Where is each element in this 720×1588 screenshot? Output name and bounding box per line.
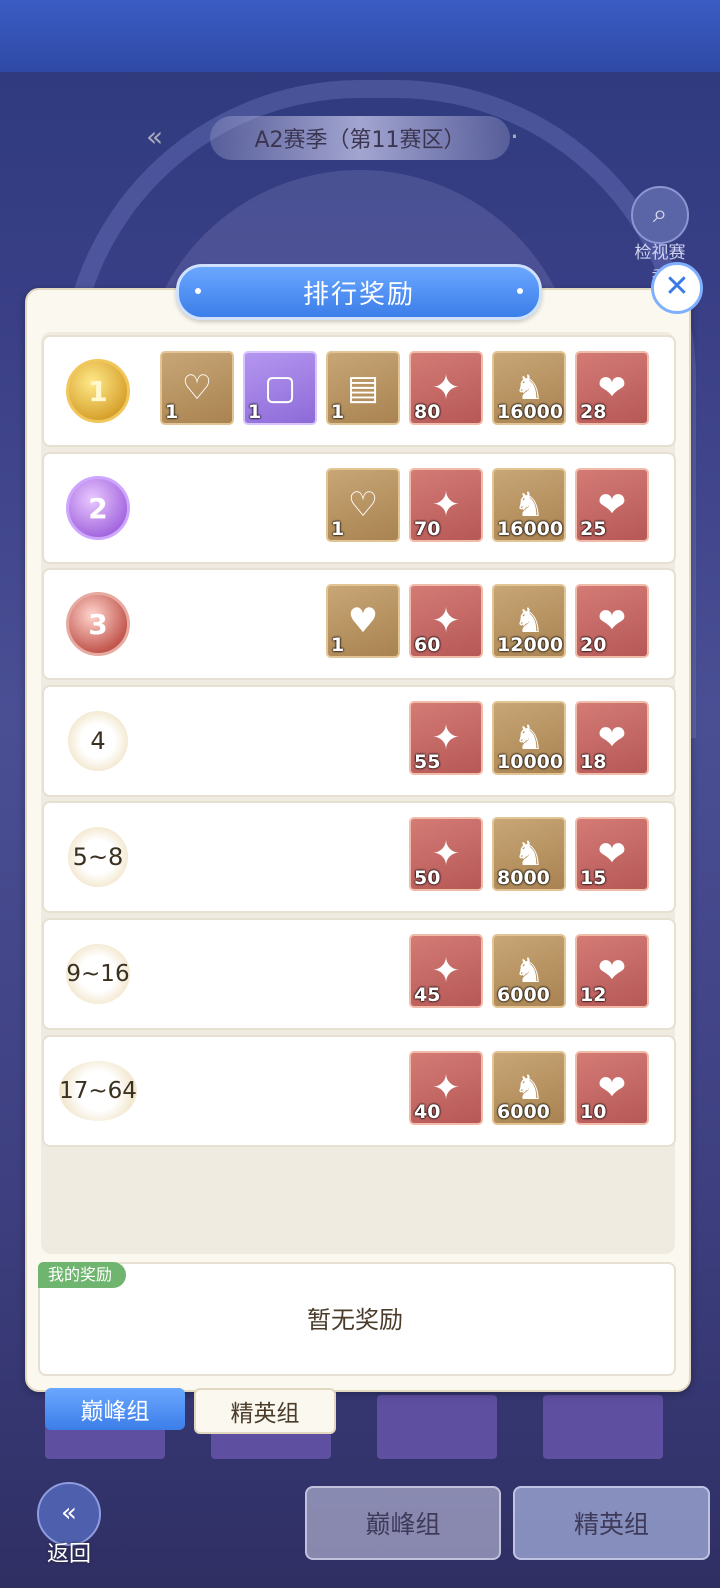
item-quantity: 6000 (497, 1101, 550, 1123)
reward-item[interactable]: ♞ 8000 (492, 817, 566, 891)
item-quantity: 15 (580, 867, 607, 889)
item-quantity: 70 (414, 518, 441, 540)
reward-row: 4 ✦ 55 ♞ 10000 ❤ 18 (42, 685, 676, 797)
reward-item[interactable]: ♥ 1 (326, 584, 400, 658)
reward-item[interactable]: ✦ 70 (409, 468, 483, 542)
item-quantity: 18 (580, 751, 607, 773)
reward-item[interactable]: ♞ 12000 (492, 584, 566, 658)
rank-label: 17~64 (59, 1061, 137, 1121)
reward-item[interactable]: ✦ 45 (409, 934, 483, 1008)
search-icon: ⌕ (631, 186, 689, 244)
panel-title-text: 排行奖励 (302, 279, 415, 310)
item-quantity: 60 (414, 634, 441, 656)
item-quantity: 20 (580, 634, 607, 656)
reward-item[interactable]: ▤ 1 (326, 351, 400, 425)
rank-badge: 3 (66, 592, 130, 656)
rank-label: 1 (66, 359, 130, 423)
reward-item[interactable]: ♞ 6000 (492, 934, 566, 1008)
background-card (377, 1395, 497, 1459)
item-quantity: 6000 (497, 984, 550, 1006)
item-quantity: 25 (580, 518, 607, 540)
item-quantity: 10000 (497, 751, 564, 773)
item-quantity: 12 (580, 984, 607, 1006)
reward-item[interactable]: ✦ 50 (409, 817, 483, 891)
rank-badge: 17~64 (59, 1059, 137, 1123)
reward-item[interactable]: ♞ 6000 (492, 1051, 566, 1125)
reward-item[interactable]: ▢ 1 (243, 351, 317, 425)
reward-row: 2 ♡ 1 ✦ 70 ♞ 16000 ❤ 25 (42, 452, 676, 564)
tab-peak-group[interactable]: 巅峰组 (45, 1388, 185, 1430)
prev-season-arrow-icon[interactable]: « (146, 120, 163, 153)
reward-item[interactable]: ♞ 16000 (492, 468, 566, 542)
rank-badge: 2 (66, 476, 130, 540)
reward-item[interactable]: ✦ 40 (409, 1051, 483, 1125)
reward-row: 1 ♡ 1 ▢ 1 ▤ 1 ✦ 80 ♞ 16000 ❤ 28 (42, 335, 676, 447)
title-decoration (195, 288, 201, 294)
rank-label: 2 (66, 476, 130, 540)
reward-item[interactable]: ❤ 15 (575, 817, 649, 891)
item-quantity: 1 (165, 401, 179, 423)
reward-row: 17~64 ✦ 40 ♞ 6000 ❤ 10 (42, 1035, 676, 1147)
peak-group-button[interactable]: 巅峰组 (305, 1486, 501, 1560)
item-quantity: 50 (414, 867, 441, 889)
elite-group-button[interactable]: 精英组 (513, 1486, 710, 1560)
rank-label: 3 (66, 592, 130, 656)
item-quantity: 28 (580, 401, 607, 423)
item-quantity: 1 (331, 401, 345, 423)
reward-item[interactable]: ❤ 10 (575, 1051, 649, 1125)
reward-item[interactable]: ✦ 60 (409, 584, 483, 658)
item-quantity: 8000 (497, 867, 550, 889)
reward-item[interactable]: ❤ 25 (575, 468, 649, 542)
background-card (543, 1395, 663, 1459)
item-quantity: 1 (331, 518, 345, 540)
rank-badge: 9~16 (66, 942, 130, 1006)
reward-row: 3 ♥ 1 ✦ 60 ♞ 12000 ❤ 20 (42, 568, 676, 680)
top-bar (0, 0, 720, 72)
close-icon[interactable]: ✕ (651, 262, 703, 314)
reward-item[interactable]: ❤ 20 (575, 584, 649, 658)
reward-row: 9~16 ✦ 45 ♞ 6000 ❤ 12 (42, 918, 676, 1030)
rank-badge: 1 (66, 359, 130, 423)
next-season-arrow-icon: · (510, 120, 519, 153)
reward-item[interactable]: ❤ 18 (575, 701, 649, 775)
reward-item[interactable]: ✦ 80 (409, 351, 483, 425)
tab-elite-group[interactable]: 精英组 (194, 1388, 336, 1434)
reward-item[interactable]: ♞ 10000 (492, 701, 566, 775)
item-quantity: 12000 (497, 634, 564, 656)
item-quantity: 16000 (497, 401, 564, 423)
item-quantity: 1 (331, 634, 345, 656)
my-reward-text: 暂无奖励 (307, 1306, 403, 1334)
rank-label: 5~8 (68, 827, 128, 887)
rank-label: 9~16 (66, 944, 130, 1004)
item-quantity: 80 (414, 401, 441, 423)
back-label: 返回 (46, 1542, 91, 1567)
item-quantity: 1 (248, 401, 262, 423)
panel-title: 排行奖励 (176, 264, 542, 320)
my-reward-tag: 我的奖励 (38, 1262, 127, 1288)
reward-row: 5~8 ✦ 50 ♞ 8000 ❤ 15 (42, 801, 676, 913)
item-quantity: 55 (414, 751, 441, 773)
reward-item[interactable]: ♡ 1 (326, 468, 400, 542)
title-decoration (517, 288, 523, 294)
item-quantity: 45 (414, 984, 441, 1006)
reward-item[interactable]: ✦ 55 (409, 701, 483, 775)
item-quantity: 16000 (497, 518, 564, 540)
rank-badge: 4 (66, 709, 130, 773)
rank-label: 4 (68, 711, 128, 771)
season-selector[interactable]: A2赛季（第11赛区） (210, 116, 510, 160)
item-quantity: 40 (414, 1101, 441, 1123)
reward-item[interactable]: ❤ 28 (575, 351, 649, 425)
rank-badge: 5~8 (66, 825, 130, 889)
reward-item[interactable]: ♡ 1 (160, 351, 234, 425)
item-quantity: 10 (580, 1101, 607, 1123)
reward-item[interactable]: ❤ 12 (575, 934, 649, 1008)
back-button[interactable]: « 返回 (34, 1482, 104, 1568)
reward-item[interactable]: ♞ 16000 (492, 351, 566, 425)
